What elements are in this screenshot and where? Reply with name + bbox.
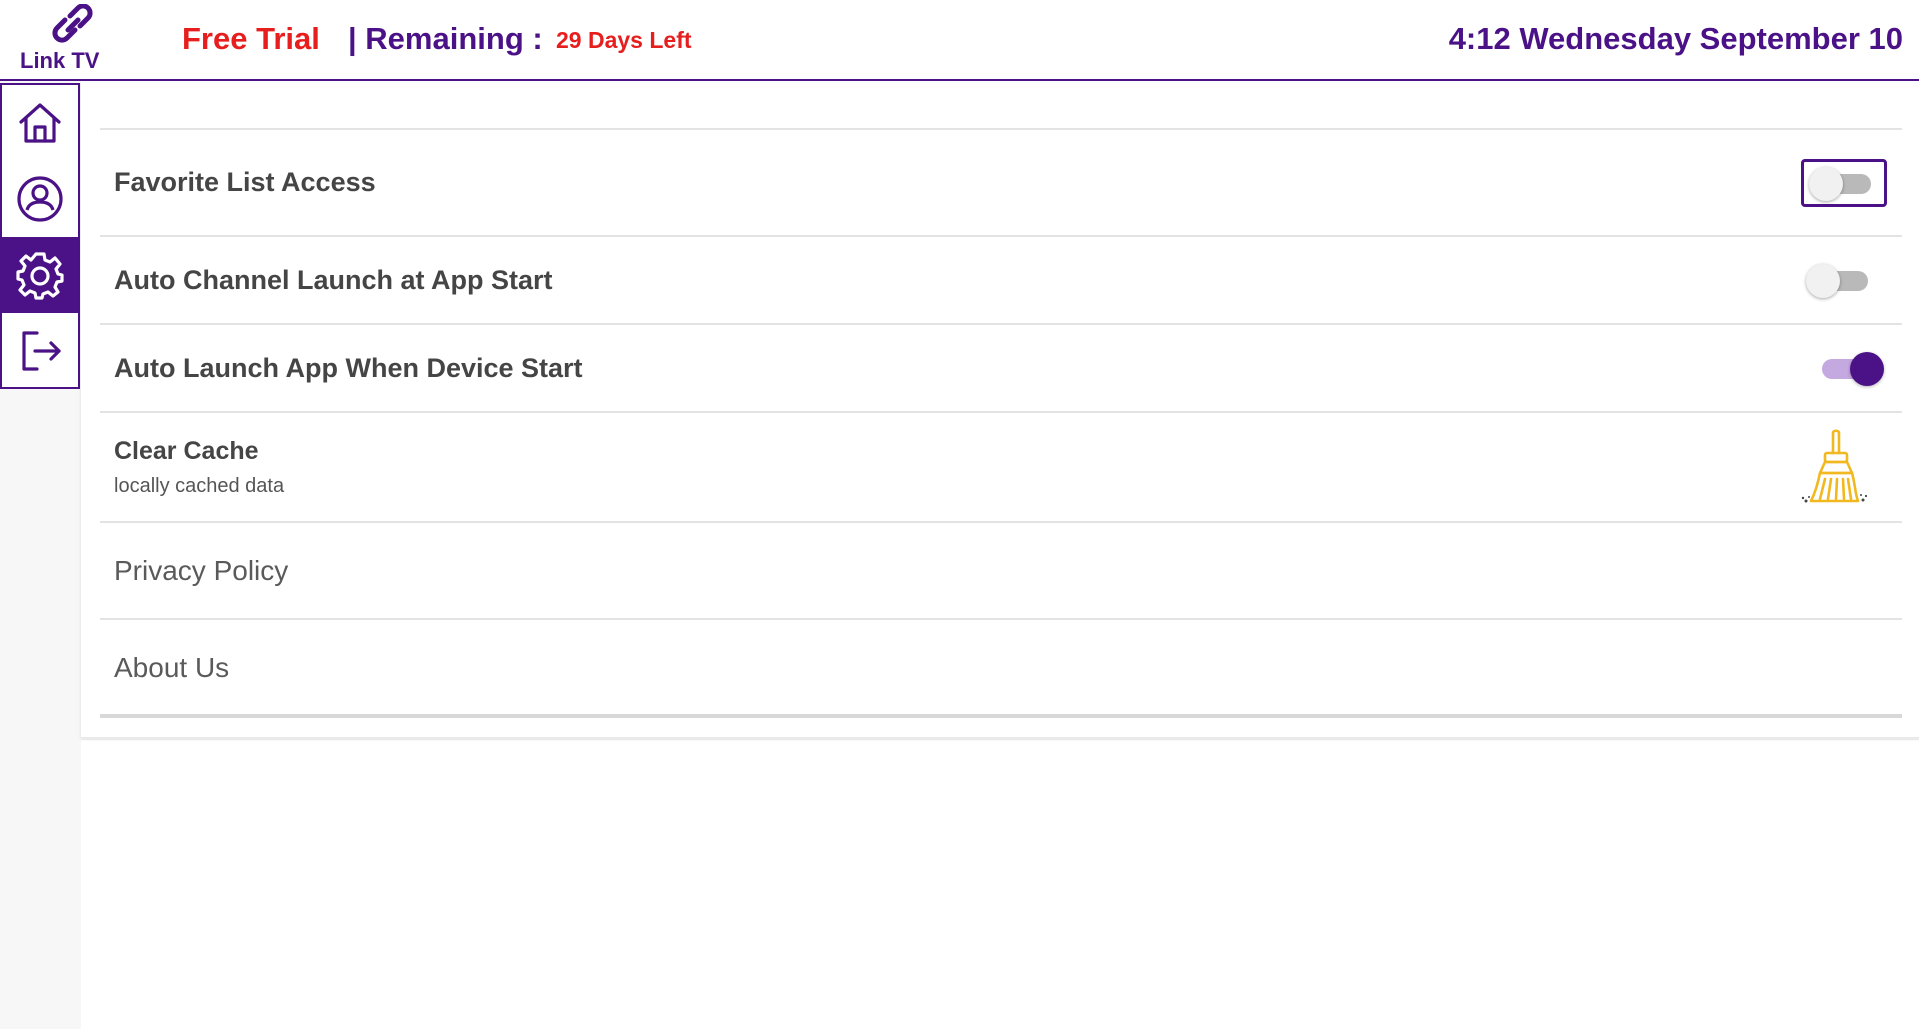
privacy-policy-link: Privacy Policy [114,555,289,586]
sidebar-item-logout[interactable] [2,313,78,389]
setting-label: Favorite List Access [114,167,376,197]
clock-date: 4:12 Wednesday September 10 [1448,21,1903,56]
home-icon [19,103,61,143]
setting-label: Auto Launch App When Device Start [114,353,583,383]
days-left-value: 29 Days Left [556,27,692,53]
remaining-label: | Remaining : [348,21,543,56]
favorite-list-access-toggle[interactable] [1809,163,1873,203]
link-chain-icon [52,4,93,43]
auto-launch-app-toggle[interactable] [1820,348,1884,388]
setting-row-about-us[interactable]: About Us [100,620,1902,714]
setting-row-privacy-policy[interactable]: Privacy Policy [100,523,1902,618]
broom-icon[interactable] [1800,429,1870,505]
toggle-thumb [1850,352,1884,386]
setting-row-auto-channel-launch[interactable]: Auto Channel Launch at App Start [100,237,1902,323]
sidebar-item-settings[interactable] [2,237,78,313]
setting-row-clear-cache[interactable]: Clear Cache locally cached data [100,413,1902,521]
app-logo: Link TV [14,4,124,74]
about-us-link: About Us [114,652,230,683]
toggle-thumb [1806,264,1840,298]
app-header: Link TV Free Trial | Remaining : 29 Days… [0,0,1919,81]
setting-label: Clear Cache [114,437,259,465]
sidebar-item-home[interactable] [2,85,78,161]
setting-sublabel: locally cached data [114,475,285,497]
divider [100,714,1902,718]
logout-icon [22,331,61,371]
setting-row-auto-launch-app[interactable]: Auto Launch App When Device Start [100,325,1902,411]
user-icon [17,176,63,222]
setting-label: Auto Channel Launch at App Start [114,265,553,295]
sidebar-item-account[interactable] [2,161,78,237]
sidebar-nav [0,83,80,389]
logo-text: Link TV [20,48,100,73]
auto-channel-launch-toggle[interactable] [1806,260,1870,300]
toggle-thumb [1809,167,1843,201]
setting-row-favorite-list-access[interactable]: Favorite List Access [100,130,1902,235]
gear-icon [16,252,64,300]
panel-shadow [81,737,1919,740]
trial-label: Free Trial [182,21,320,56]
